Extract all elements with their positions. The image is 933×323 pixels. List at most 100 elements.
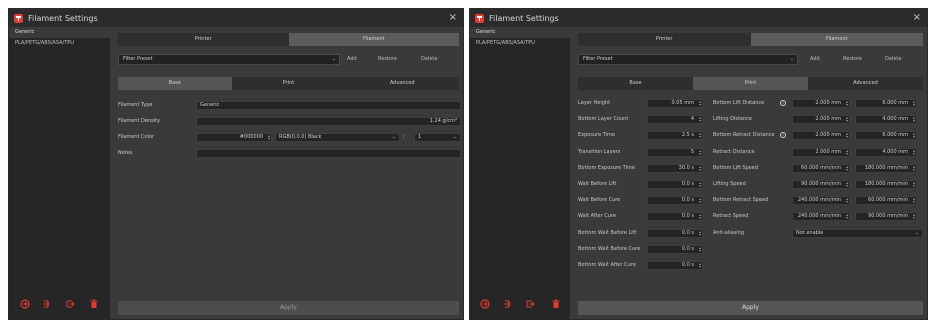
tab-filament[interactable]: Filament [288,33,459,46]
close-icon[interactable]: × [913,11,921,25]
spinner-icon[interactable]: ▴ ▾ [913,165,915,172]
apply-button[interactable]: Apply [578,301,923,315]
spinner-icon[interactable]: ▴ ▾ [846,181,848,188]
trash-icon[interactable] [88,297,100,311]
restore-button[interactable]: Restore [843,55,862,64]
tab-print[interactable]: Print [231,77,346,90]
notes-input[interactable] [196,149,461,158]
setting-input[interactable]: 180.000 mm/min ▴ ▾ [855,180,917,189]
spinner-icon[interactable]: ▴ ▾ [699,149,701,156]
filament-density-label: Filament Density [118,118,161,124]
spinner-icon[interactable]: ▴ ▾ [913,132,915,139]
add-button[interactable]: Add [347,55,357,64]
setting-input[interactable]: 5 ▴ ▾ [647,147,703,157]
add-icon[interactable] [41,297,53,311]
sidebar-item-generic[interactable]: Generic [9,27,110,38]
filter-preset-dropdown[interactable]: Filter Preset ⌄ [118,54,340,65]
delete-button[interactable]: Delete [421,55,437,64]
spinner-icon[interactable]: ▴ ▾ [699,132,701,139]
delete-button[interactable]: Delete [885,55,901,64]
setting-input[interactable]: 2.000 mm ▴ ▾ [792,115,850,125]
tab-print[interactable]: Print [693,77,808,90]
setting-input[interactable]: 0.0 s ▴ ▾ [647,212,703,222]
filament-color-hex-input[interactable]: #000000 ▴ ▾ [196,133,272,142]
tab-base[interactable]: Base [118,77,232,90]
tab-printer[interactable]: Printer [118,33,289,46]
setting-input[interactable]: 6.000 mm ▴ ▾ [855,131,917,141]
setting-input[interactable]: 2.000 mm ▴ ▾ [792,131,850,141]
setting-input[interactable]: 0.0 s ▴ ▾ [647,228,703,238]
spinner-icon[interactable]: ▴ ▾ [699,262,701,269]
tab-base[interactable]: Base [578,77,693,90]
spinner-icon[interactable]: ▴ ▾ [699,181,701,188]
filter-preset-value: Filter Preset [123,56,153,62]
restore-button[interactable]: Restore [378,55,397,64]
setting-input[interactable]: 2.000 mm ▴ ▾ [792,99,850,108]
info-icon[interactable]: i [780,100,786,106]
setting-input[interactable]: 240.000 mm/min ▴ ▾ [792,212,850,222]
anti-aliasing-select[interactable]: Not enable ⌄ [792,228,923,238]
spinner-icon[interactable]: ▴ ▾ [699,165,701,172]
spinner-icon[interactable]: ▴ ▾ [913,149,915,156]
setting-input[interactable]: 0.0 s ▴ ▾ [647,261,703,270]
setting-input[interactable]: 4 ▴ ▾ [647,115,703,125]
filament-extra-select[interactable]: 1 ⌄ [414,133,461,142]
close-icon[interactable]: × [449,11,457,25]
setting-input[interactable]: 2.000 mm ▴ ▾ [792,147,850,157]
setting-input[interactable]: 0.0 s ▴ ▾ [647,196,703,206]
add-button[interactable]: Add [810,55,820,64]
setting-input[interactable]: 240.000 mm/min ▴ ▾ [792,196,850,206]
sidebar-item-material-preset[interactable]: PLA/PETG/ABS/ASA/TPU [9,38,110,49]
spinner-icon[interactable]: ▴ ▾ [913,197,915,204]
import-icon[interactable] [479,297,491,311]
filament-type-input[interactable]: Generic [196,101,461,110]
spinner-icon[interactable]: ▴ ▾ [913,116,915,123]
trash-icon[interactable] [550,297,562,311]
add-icon[interactable] [502,297,514,311]
spinner-icon[interactable]: ▴ ▾ [846,165,848,172]
setting-input[interactable]: 0.0 s ▴ ▾ [647,244,703,254]
import-icon[interactable] [19,297,31,311]
spinner-icon[interactable]: ▴ ▾ [913,100,915,107]
spinner-icon[interactable]: ▴ ▾ [846,116,848,123]
filament-density-input[interactable]: 1.24 g/cm³ [196,117,461,126]
info-icon[interactable]: i [780,132,786,139]
spinner-icon[interactable]: ▴ ▾ [699,116,701,123]
spinner-icon[interactable]: ▴ ▾ [846,197,848,204]
tab-advanced[interactable]: Advanced [345,77,460,90]
spinner-icon[interactable]: ▴ ▾ [913,181,915,188]
spinner-icon[interactable]: ▴ ▾ [699,246,701,253]
spinner-icon[interactable]: ▴ ▾ [846,132,848,139]
setting-input[interactable]: 60.000 mm/min ▴ ▾ [792,163,850,173]
spinner-icon[interactable]: ▴ ▾ [268,134,270,141]
setting-input[interactable]: 180.000 mm/min ▴ ▾ [855,163,917,173]
apply-button[interactable]: Apply [118,301,459,315]
sidebar-item-material-preset[interactable]: PLA/PETG/ABS/ASA/TPU [470,38,570,49]
spinner-icon[interactable]: ▴ ▾ [846,100,848,107]
setting-input[interactable]: 2.5 s ▴ ▾ [647,131,703,141]
spinner-icon[interactable]: ▴ ▾ [846,213,848,220]
export-icon[interactable] [64,297,76,311]
setting-input[interactable]: 90.000 mm/min ▴ ▾ [792,180,850,189]
sidebar-item-generic[interactable]: Generic [470,27,570,38]
spinner-icon[interactable]: ▴ ▾ [699,213,701,220]
filament-color-select[interactable]: RGB(0,0,0) Black ⌄ [275,133,400,142]
setting-input[interactable]: 0.0 s ▴ ▾ [647,180,703,189]
spinner-icon[interactable]: ▴ ▾ [699,100,701,107]
setting-input[interactable]: 90.000 mm/min ▴ ▾ [855,212,917,222]
setting-input[interactable]: 6.000 mm ▴ ▾ [855,99,917,108]
setting-input[interactable]: 60.000 mm/min ▴ ▾ [855,196,917,206]
spinner-icon[interactable]: ▴ ▾ [913,213,915,220]
setting-input[interactable]: 4.000 mm ▴ ▾ [855,147,917,157]
setting-input[interactable]: 0.05 mm ▴ ▾ [647,99,703,108]
tab-filament[interactable]: Filament [750,33,923,46]
export-icon[interactable] [524,297,536,311]
setting-input[interactable]: 4.000 mm ▴ ▾ [855,115,917,125]
filter-preset-dropdown[interactable]: Filter Preset ⌄ [578,54,798,65]
spinner-icon[interactable]: ▴ ▾ [699,197,701,204]
tab-advanced[interactable]: Advanced [808,77,923,90]
setting-input[interactable]: 30.0 s ▴ ▾ [647,163,703,173]
tab-printer[interactable]: Printer [578,33,751,46]
spinner-icon[interactable]: ▴ ▾ [846,149,848,156]
spinner-icon[interactable]: ▴ ▾ [699,230,701,237]
